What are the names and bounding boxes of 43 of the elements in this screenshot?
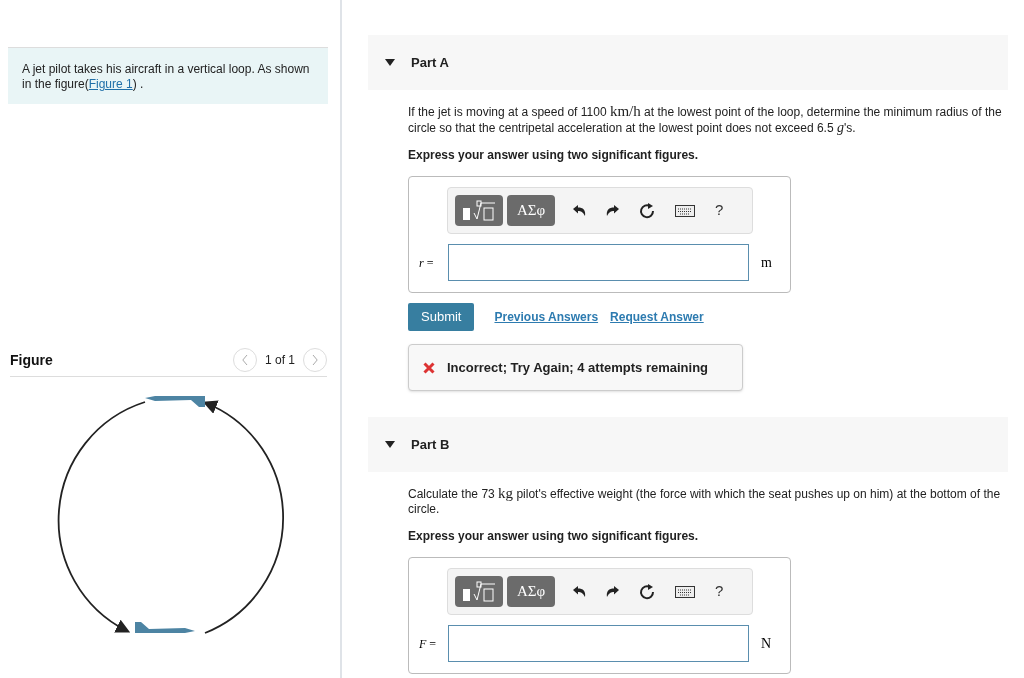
symbols-button[interactable]: ΑΣφ — [507, 576, 555, 607]
undo-icon[interactable] — [573, 585, 586, 598]
chevron-right-icon — [312, 355, 318, 365]
unit-label: N — [761, 635, 772, 653]
instruction-text: Express your answer using two significant figures. — [408, 528, 700, 545]
jet-icon — [135, 622, 195, 633]
undo-icon[interactable] — [573, 204, 586, 217]
help-button[interactable]: ? — [715, 199, 724, 222]
jet-icon — [145, 396, 205, 407]
answer-link[interactable]: Previous Answers — [494, 308, 599, 326]
figure-title: Figure — [10, 350, 53, 370]
figure-pager: 1 of 1 — [264, 352, 295, 369]
variable-label: r = — [419, 254, 435, 272]
figure-link[interactable]: Figure 1 — [88, 77, 133, 91]
unit-label: m — [761, 254, 772, 272]
part-header[interactable]: Part A — [368, 35, 1008, 90]
template-button[interactable] — [455, 195, 503, 226]
cross-icon — [423, 361, 435, 374]
reset-icon[interactable] — [639, 583, 655, 600]
caret-down-icon — [385, 58, 395, 67]
reset-icon[interactable] — [639, 202, 655, 219]
part-header[interactable]: Part B — [368, 417, 1008, 472]
answer-field[interactable] — [448, 244, 749, 281]
keyboard-icon[interactable] — [675, 204, 695, 217]
root-template-icon — [461, 580, 497, 603]
root-template-icon — [461, 199, 497, 222]
answer-field[interactable] — [448, 625, 749, 662]
problem-intro: A jet pilot takes his aircraft in a vertical loop. As shown in the figure(Figure 1) . — [8, 47, 328, 104]
answer-link[interactable]: Request Answer — [610, 308, 704, 326]
submit-button[interactable]: Submit — [408, 303, 475, 331]
keyboard-icon[interactable] — [675, 585, 695, 598]
redo-icon[interactable] — [606, 204, 619, 217]
instruction-text: Express your answer using two significant figures. — [408, 147, 700, 164]
chevron-left-icon — [241, 355, 248, 365]
template-button[interactable] — [455, 576, 503, 607]
question-text: If the jet is moving at a speed of 1100 km/h at the lowest point of the loop, determine the minimum radius of the circle so that the centripetal acceleration at the lowest point does not exceed 6.5 g's. — [408, 104, 1003, 136]
redo-icon[interactable] — [606, 585, 619, 598]
symbols-button[interactable]: ΑΣφ — [507, 195, 555, 226]
caret-down-icon — [385, 440, 395, 449]
variable-label: F = — [419, 635, 438, 653]
question-text: Calculate the 73 kg pilot's effective weight (the force with which the seat pushes up on him) at the bottom of the circle. — [408, 486, 1002, 517]
help-button[interactable]: ? — [715, 580, 724, 603]
feedback-text: Incorrect; Try Again; 4 attempts remaining — [447, 358, 709, 377]
